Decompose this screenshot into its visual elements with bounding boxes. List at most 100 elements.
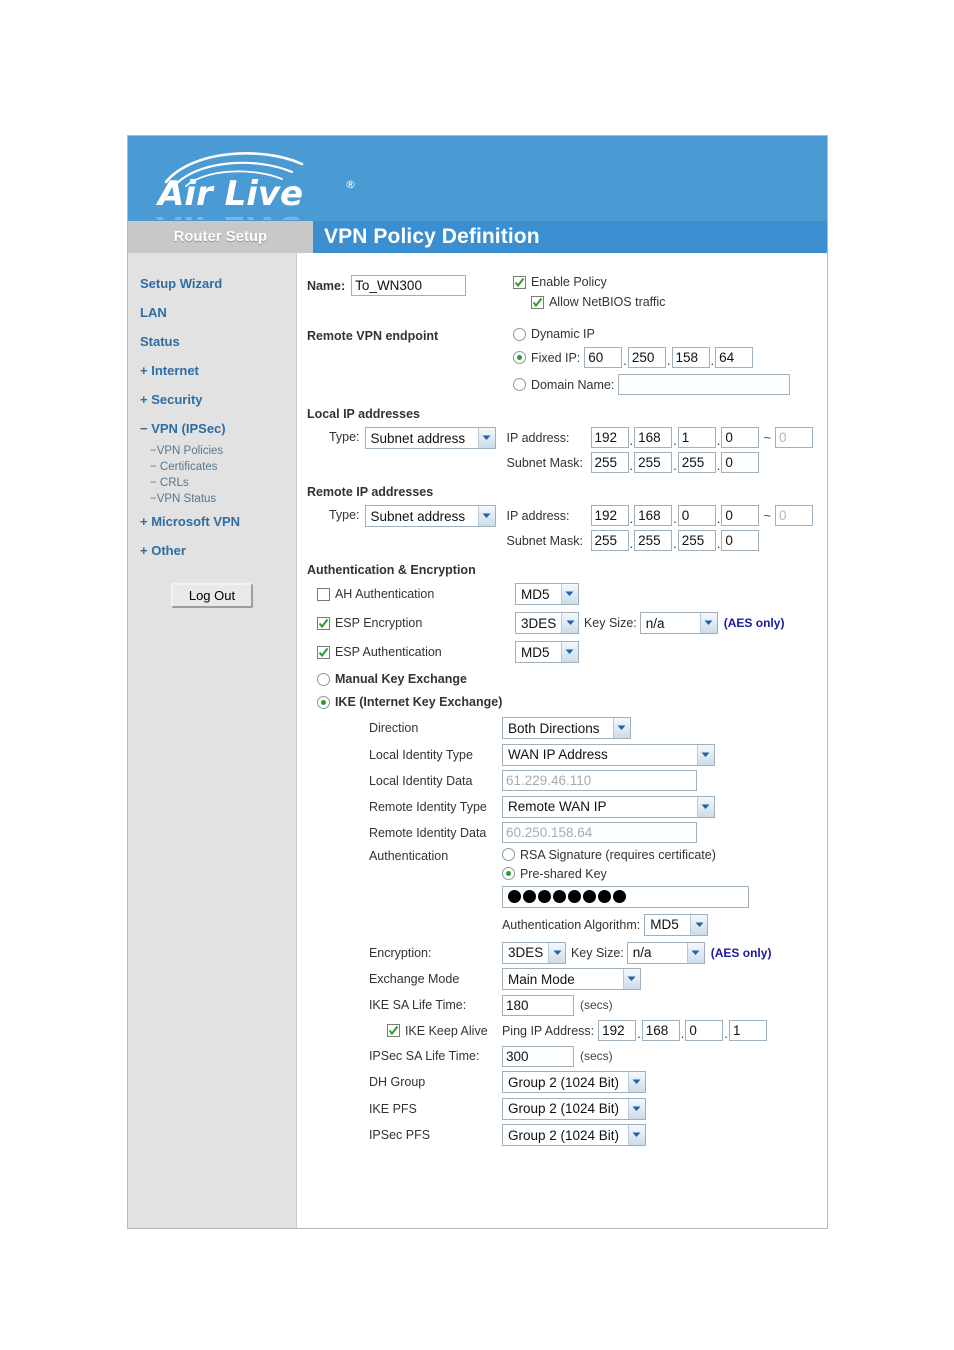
fixed-ip-octet-4[interactable] [715,347,754,368]
ipsec-pfs-select[interactable]: Group 2 (1024 Bit) [501,1124,646,1146]
remote-ip-octet-1[interactable] [590,505,629,526]
sidebar-item-setup-wizard[interactable]: Setup Wizard [128,269,296,298]
fixed-ip-octet-2[interactable] [627,347,666,368]
ping-ip-octet-2[interactable] [641,1020,680,1041]
exchange-mode-value: Main Mode [507,971,575,987]
local-identity-type-select[interactable]: WAN IP Address [501,743,715,766]
dh-group-select[interactable]: Group 2 (1024 Bit) [501,1071,646,1093]
remote-identity-data-input[interactable] [501,822,697,843]
ike-keep-alive-checkbox[interactable] [386,1024,400,1037]
remote-mask-label: Subnet Mask: [506,533,583,548]
remote-ip-octet-4[interactable] [721,505,760,526]
ike-sa-lifetime-input[interactable] [501,994,574,1016]
local-type-select[interactable]: Subnet address [364,427,496,449]
remote-identity-type-label: Remote Identity Type [368,799,487,814]
manual-key-exchange-radio[interactable] [316,672,330,686]
dynamic-ip-radio[interactable] [512,327,526,341]
remote-ip-octet-3[interactable] [677,505,716,526]
local-mask-octet-2[interactable] [634,452,673,473]
local-ip-octet-3[interactable] [677,427,716,448]
vpn-policy-form: Name: Enable Policy Allow NetBIO [296,253,827,1228]
pre-shared-key-radio[interactable] [501,867,515,880]
fixed-ip-radio[interactable] [512,351,526,364]
ike-pfs-select[interactable]: Group 2 (1024 Bit) [501,1097,646,1120]
ah-authentication-checkbox[interactable] [316,587,330,601]
ping-ip-octet-4[interactable] [729,1020,768,1041]
fixed-ip-octet-3[interactable] [671,347,710,368]
local-ip-label: IP address: [506,430,570,445]
enable-policy-checkbox[interactable] [512,275,526,289]
esp-encryption-select[interactable]: 3DES [514,612,579,634]
direction-select[interactable]: Both Directions [501,717,631,739]
local-ip-range-end[interactable] [775,427,813,448]
ike-radio[interactable] [316,695,330,709]
remote-ip-range-end[interactable] [775,505,813,526]
ping-ip-octet-3[interactable] [685,1020,724,1041]
chevron-down-icon [477,506,495,526]
ike-encryption-select[interactable]: 3DES [501,941,566,964]
local-mask-octet-3[interactable] [677,452,716,473]
authentication-algorithm-select[interactable]: MD5 [644,913,709,936]
chevron-down-icon [696,796,714,817]
local-ip-octet-2[interactable] [634,427,673,448]
sidebar-item-microsoft-vpn[interactable]: + Microsoft VPN [128,507,296,536]
local-ip-octet-1[interactable] [590,427,629,448]
direction-value: Both Directions [507,720,600,736]
remote-mask-octet-1[interactable] [590,530,629,551]
sidebar-item-vpn-policies[interactable]: −VPN Policies [128,443,296,459]
remote-mask-octet-4[interactable] [721,530,760,551]
ike-key-size-select[interactable]: n/a [626,941,705,964]
local-identity-data-label: Local Identity Data [368,773,473,788]
exchange-mode-select[interactable]: Main Mode [501,968,641,990]
esp-authentication-select[interactable]: MD5 [514,641,579,663]
local-type-value: Subnet address [370,430,466,446]
domain-name-input[interactable] [618,374,791,395]
local-mask-octet-1[interactable] [590,452,629,473]
remote-ip-octet-2[interactable] [634,505,673,526]
local-ip-octet-4[interactable] [721,427,760,448]
domain-name-radio[interactable] [512,378,526,391]
ping-ip-octet-1[interactable] [598,1020,637,1041]
authentication-algorithm-label: Authentication Algorithm: [501,917,641,932]
remote-ip-label: IP address: [506,508,570,523]
sidebar-item-lan[interactable]: LAN [128,298,296,327]
allow-netbios-checkbox[interactable] [530,295,544,309]
ike-label: IKE (Internet Key Exchange) [334,695,503,709]
esp-encryption-checkbox[interactable] [316,616,330,630]
ipsec-sa-lifetime-input[interactable] [501,1045,574,1067]
rsa-signature-radio[interactable] [501,848,515,861]
log-out-button[interactable]: Log Out [170,583,254,608]
sidebar-item-internet[interactable]: + Internet [128,356,296,385]
local-ip-heading: Local IP addresses [306,407,420,421]
sidebar-item-crls[interactable]: − CRLs [128,475,296,491]
sidebar-item-vpn-ipsec[interactable]: − VPN (IPSec) [128,414,296,443]
svg-text:Air Live: Air Live [155,208,303,220]
ah-algorithm-select[interactable]: MD5 [514,583,579,605]
local-identity-data-input[interactable] [501,770,697,791]
esp-authentication-checkbox[interactable] [316,645,330,659]
sidebar-item-status[interactable]: Status [128,327,296,356]
fixed-ip-octet-1[interactable] [584,347,623,368]
remote-type-select[interactable]: Subnet address [364,505,496,527]
chevron-down-icon [622,969,640,989]
ike-keep-alive-label: IKE Keep Alive [404,1023,488,1038]
sidebar-item-other[interactable]: + Other [128,536,296,565]
pre-shared-key-input[interactable] [501,885,749,908]
remote-identity-type-select[interactable]: Remote WAN IP [501,795,715,818]
sidebar-item-certificates[interactable]: − Certificates [128,459,296,475]
remote-ip-heading: Remote IP addresses [306,485,434,499]
page-body: Setup Wizard LAN Status + Internet + Sec… [128,253,827,1228]
chevron-down-icon [627,1098,645,1119]
sidebar-item-security[interactable]: + Security [128,385,296,414]
esp-key-size-select[interactable]: n/a [639,612,718,634]
domain-name-label: Domain Name: [530,377,615,392]
policy-name-input[interactable] [351,275,467,296]
page-title: VPN Policy Definition [313,221,827,253]
local-mask-octet-4[interactable] [721,452,760,473]
allow-netbios-label: Allow NetBIOS traffic [548,295,666,309]
remote-mask-octet-3[interactable] [677,530,716,551]
manual-key-exchange-label: Manual Key Exchange [334,672,467,686]
sidebar-item-vpn-status[interactable]: −VPN Status [128,491,296,507]
remote-mask-octet-2[interactable] [634,530,673,551]
chevron-down-icon [627,1125,645,1145]
